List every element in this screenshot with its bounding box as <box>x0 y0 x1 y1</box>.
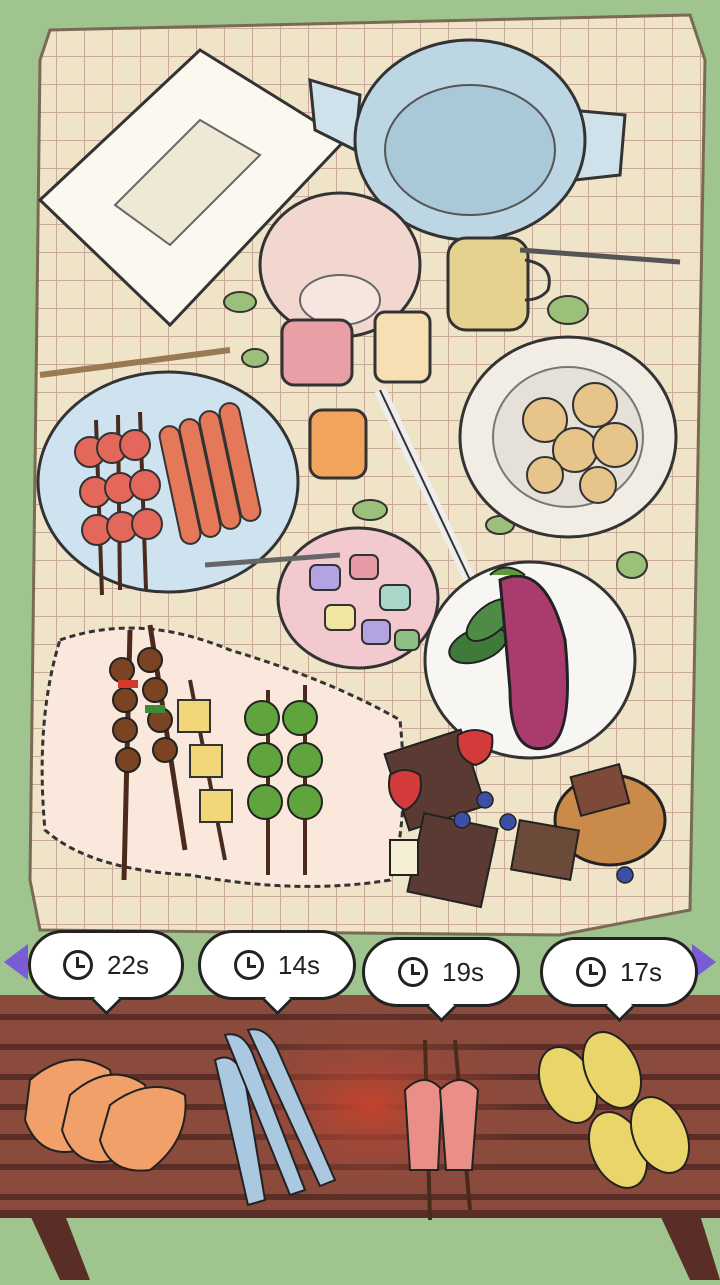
orange-drink[interactable] <box>373 310 432 384</box>
pink-drink[interactable] <box>280 318 354 387</box>
timer-label: 17s <box>620 956 662 987</box>
scene-art <box>0 13 720 1280</box>
clock-icon <box>63 950 94 980</box>
timer-bubble-fish[interactable]: 14s <box>198 930 356 1000</box>
game-scene <box>0 0 720 1280</box>
timer-bubble-corn[interactable]: 17s <box>540 937 698 1007</box>
timer-label: 22s <box>107 949 149 980</box>
scroll-left-arrow-icon[interactable] <box>4 944 28 980</box>
lotus-root-plate[interactable] <box>458 335 678 539</box>
orange-jar[interactable] <box>308 408 368 480</box>
clock-icon <box>234 950 265 980</box>
timer-bubble-shrimp[interactable]: 22s <box>28 930 184 1000</box>
clock-icon <box>398 957 429 987</box>
timer-bubble-squid[interactable]: 19s <box>362 937 520 1007</box>
timer-label: 14s <box>278 949 320 980</box>
timer-label: 19s <box>442 956 484 987</box>
clock-icon <box>576 957 607 987</box>
